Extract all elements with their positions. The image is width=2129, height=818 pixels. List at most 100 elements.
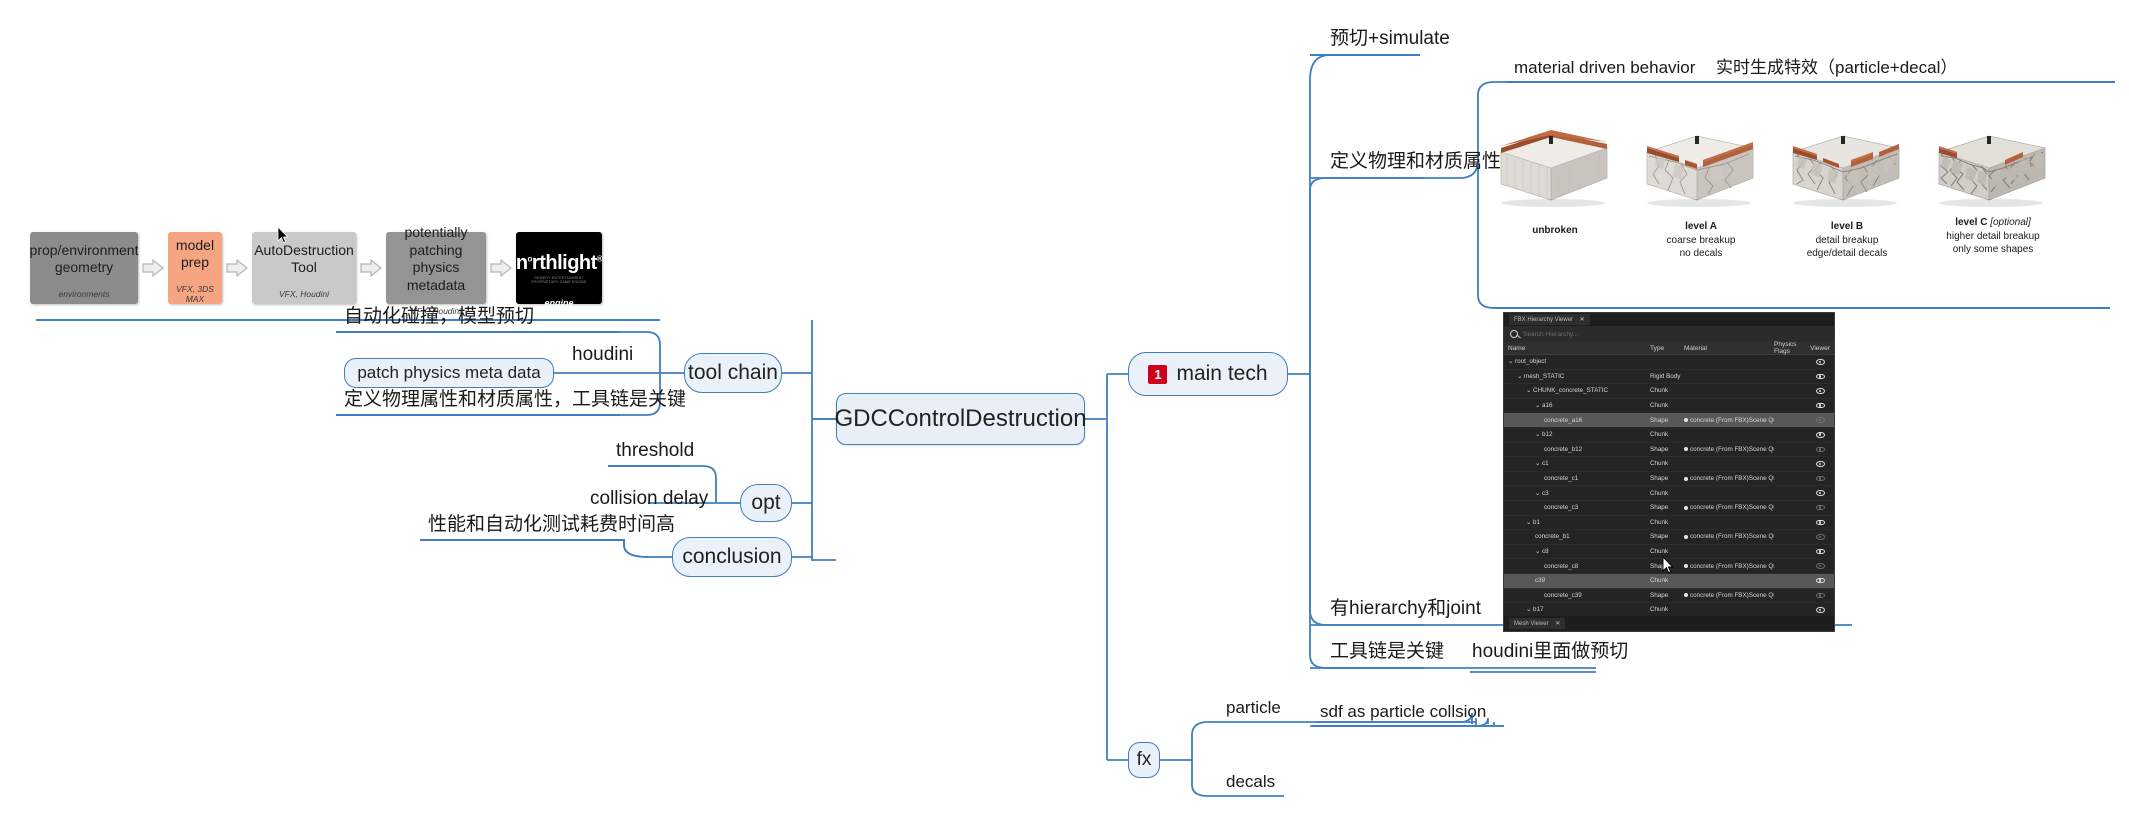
fbx-row-viewer-toggle[interactable] [1806, 446, 1834, 453]
fbx-column-headers: Name Type Material Physics Flags Viewer [1504, 341, 1834, 355]
fbx-row[interactable]: concrete_b12 Shape concrete (From FBX)Scen… [1504, 443, 1834, 458]
eye-icon[interactable] [1815, 388, 1825, 394]
mindmap-canvas: prop/environment geometry environments m… [0, 0, 2129, 818]
fbx-row-viewer-toggle[interactable] [1806, 359, 1834, 365]
eye-icon[interactable] [1815, 534, 1825, 540]
caption-title: level C [1955, 217, 1988, 228]
eye-icon[interactable] [1815, 359, 1825, 365]
leaf-auto-collision[interactable]: 自动化碰撞，模型预切 [340, 301, 538, 330]
fbx-row-viewer-toggle[interactable] [1806, 402, 1834, 409]
fbx-row-viewer-toggle[interactable] [1806, 490, 1834, 496]
eye-icon[interactable] [1815, 417, 1825, 423]
fbx-row-viewer-toggle[interactable] [1806, 534, 1834, 540]
leaf-precut-simulate[interactable]: 预切+simulate [1326, 23, 1454, 52]
fbx-row-viewer-toggle[interactable] [1806, 388, 1834, 394]
branch-opt[interactable]: opt [740, 484, 792, 522]
leaf-perf-note[interactable]: 性能和自动化测试耗费时间高 [424, 509, 679, 538]
eye-icon[interactable] [1815, 490, 1825, 496]
leaf-material-driven-behavior[interactable]: material driven behavior [1510, 58, 1699, 80]
fbx-row-viewer-toggle[interactable] [1806, 548, 1834, 555]
fbx-bottom-tab-bar: Mesh Viewer ✕ [1504, 616, 1834, 631]
leaf-threshold[interactable]: threshold [612, 440, 698, 464]
eye-icon[interactable] [1815, 548, 1825, 555]
fbx-row-name: ⌄ a16 [1535, 402, 1553, 410]
fbx-row-name: ⌄ c1 [1535, 460, 1549, 468]
fbx-row-name: concrete_c39 [1544, 591, 1582, 599]
leaf-define-physics-material[interactable]: 定义物理属性和材质属性，工具链是关键 [340, 384, 690, 413]
fbx-row[interactable]: concrete_c3 Shape concrete (From FBX)Scene… [1504, 501, 1834, 516]
fbx-row[interactable]: concrete_b1 Shape concrete (From FBX)Scene… [1504, 530, 1834, 545]
branch-conclusion[interactable]: conclusion [672, 537, 792, 577]
fbx-row[interactable]: ⌄ c1 Chunk [1504, 457, 1834, 472]
fbx-row-viewer-toggle[interactable] [1806, 373, 1834, 380]
leaf-particle[interactable]: particle [1222, 698, 1285, 720]
close-icon[interactable]: ✕ [1580, 317, 1585, 323]
fbx-row-viewer-toggle[interactable] [1806, 519, 1834, 526]
eye-icon[interactable] [1815, 607, 1825, 613]
fbx-row-viewer-toggle[interactable] [1806, 417, 1834, 423]
material-swatch-icon [1684, 505, 1688, 510]
fbx-row-viewer-toggle[interactable] [1806, 432, 1834, 438]
eye-icon[interactable] [1815, 504, 1825, 511]
leaf-realtime-fx[interactable]: 实时生成特效（particle+decal） [1712, 53, 1961, 80]
fbx-row[interactable]: ⌄ a16 Chunk [1504, 399, 1834, 414]
pipeline-box-autodestruction-tool: AutoDestruction Tool VFX, Houdini [252, 232, 356, 304]
fbx-row-type: Shape [1650, 445, 1669, 453]
eye-icon[interactable] [1815, 432, 1825, 438]
fbx-row[interactable]: c39 Chunk [1504, 573, 1834, 589]
fbx-row[interactable]: ⌄ c3 Chunk [1504, 486, 1834, 501]
fbx-search-bar[interactable]: Search Hierarchy... [1504, 326, 1834, 342]
eye-icon[interactable] [1815, 592, 1825, 599]
pipeline-arrow-icon [138, 232, 168, 304]
fbx-row[interactable]: concrete_c39 Shape concrete (From FBX)Scen… [1504, 589, 1834, 604]
eye-icon[interactable] [1815, 519, 1825, 526]
fbx-row[interactable]: ⌄ CHUNK_concrete_STATIC Chunk [1504, 384, 1834, 399]
fbx-row-viewer-toggle[interactable] [1806, 563, 1834, 569]
pipeline-box-subtitle: VFX, 3DS MAX [176, 283, 214, 304]
pipeline-box-prop-geometry: prop/environment geometry environments [30, 232, 138, 304]
eye-icon[interactable] [1815, 475, 1825, 482]
eye-icon[interactable] [1815, 563, 1825, 569]
leaf-houdini-precut[interactable]: houdini里面做预切 [1468, 636, 1632, 665]
leaf-houdini[interactable]: houdini [568, 344, 637, 368]
northlight-logo: northlight® [515, 252, 603, 274]
fbx-row-name: ⌄ mesh_STATIC [1517, 372, 1565, 380]
fbx-row-viewer-toggle[interactable] [1806, 592, 1834, 599]
central-node[interactable]: GDCControlDestruction [834, 393, 1087, 445]
eye-icon[interactable] [1815, 446, 1825, 453]
fbx-row[interactable]: concrete_a16 Shape concrete (From FBX)Scen… [1504, 413, 1834, 428]
fbx-row-type: Chunk [1650, 548, 1669, 556]
close-icon[interactable]: ✕ [1555, 621, 1560, 627]
fbx-row[interactable]: ⌄ root_object [1504, 355, 1834, 370]
fbx-row-viewer-toggle[interactable] [1806, 504, 1834, 511]
fbx-row[interactable]: ⌄ mesh_STATIC Rigid Body [1504, 370, 1834, 385]
fbx-row[interactable]: ⌄ b12 Chunk [1504, 428, 1834, 443]
eye-icon[interactable] [1815, 577, 1825, 584]
fbx-row-viewer-toggle[interactable] [1806, 461, 1834, 467]
eye-icon[interactable] [1815, 461, 1825, 467]
fbx-row-name: c39 [1535, 577, 1546, 585]
fbx-row-viewer-toggle[interactable] [1806, 577, 1834, 584]
branch-main-tech[interactable]: 1 main tech [1128, 352, 1288, 396]
branch-tool-chain[interactable]: tool chain [684, 353, 782, 393]
leaf-sdf-as-particle-collision[interactable]: sdf as particle collsion [1316, 702, 1490, 724]
leaf-define-physics-and-material[interactable]: 定义物理和材质属性 [1326, 146, 1505, 175]
fbx-tab-hierarchy[interactable]: FBX Hierarchy Viewer ✕ [1509, 314, 1590, 325]
eye-icon[interactable] [1815, 402, 1825, 409]
eye-icon[interactable] [1815, 373, 1825, 380]
leaf-hierarchy-and-joint[interactable]: 有hierarchy和joint [1326, 593, 1485, 622]
central-node-label: GDCControlDestruction [834, 405, 1087, 432]
leaf-decals[interactable]: decals [1222, 772, 1279, 794]
fbx-row-type: Shape [1650, 504, 1669, 512]
column-header-name: Name [1508, 344, 1526, 352]
leaf-toolchain-is-key[interactable]: 工具链是关键 [1326, 636, 1448, 665]
fbx-tab-mesh-viewer[interactable]: Mesh Viewer ✕ [1509, 618, 1566, 629]
fbx-row[interactable]: ⌄ b1 Chunk [1504, 516, 1834, 531]
fbx-row-name: concrete_c1 [1544, 475, 1579, 483]
fbx-row-material: concrete (From FBX)Scene Query;Simulatio… [1684, 446, 1774, 453]
branch-fx[interactable]: fx [1128, 742, 1160, 778]
fbx-row-viewer-toggle[interactable] [1806, 475, 1834, 482]
fbx-row[interactable]: concrete_c1 Shape concrete (From FBX)Scene… [1504, 472, 1834, 487]
fbx-hierarchy-viewer-window[interactable]: FBX Hierarchy Viewer ✕ Search Hierarchy.… [1503, 312, 1835, 632]
fbx-row-viewer-toggle[interactable] [1806, 607, 1834, 613]
